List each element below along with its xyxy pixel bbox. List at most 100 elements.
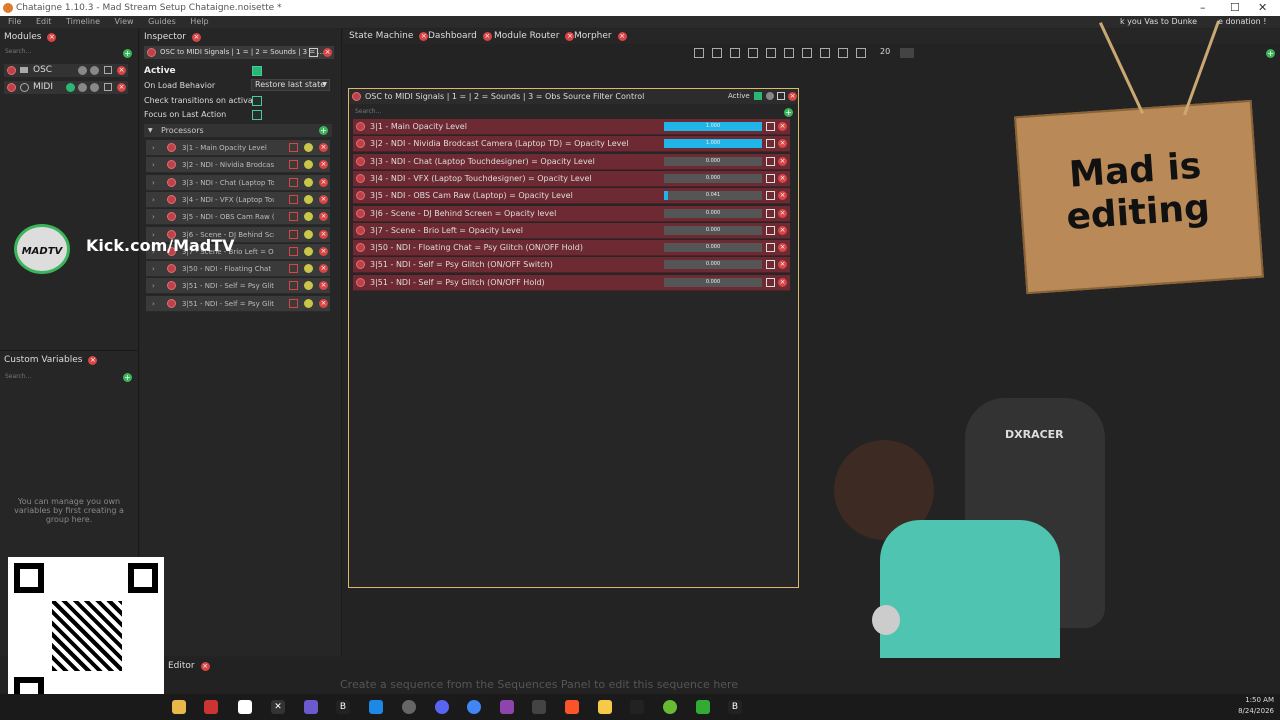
toggle-checkbox[interactable] — [104, 66, 112, 74]
x-icon[interactable]: ✕ — [271, 700, 285, 714]
add-state-button[interactable]: + — [1266, 49, 1275, 58]
action-row[interactable]: 3|2 - NDI - Nividia Brodcast Camera (Lap… — [353, 136, 790, 153]
remove-icon[interactable]: × — [778, 173, 787, 183]
toggle-checkbox[interactable] — [766, 156, 775, 166]
chevron-right-icon[interactable]: › — [152, 278, 155, 294]
add-icon[interactable] — [304, 177, 313, 187]
power-icon[interactable] — [167, 212, 176, 222]
zoom-value[interactable]: 20 — [880, 47, 890, 56]
add-icon[interactable] — [304, 160, 313, 170]
menu-guides[interactable]: Guides — [148, 17, 176, 26]
obs-icon[interactable] — [402, 700, 416, 714]
b-icon[interactable]: B — [336, 700, 350, 714]
toggle-checkbox[interactable] — [289, 298, 298, 308]
value-slider[interactable]: 0.000 — [664, 208, 762, 218]
value-slider[interactable]: 1.000 — [664, 122, 762, 131]
file-explorer-icon[interactable] — [172, 700, 186, 714]
check-transitions-checkbox[interactable] — [252, 96, 262, 106]
app-icon[interactable] — [500, 700, 514, 714]
toggle-checkbox[interactable] — [766, 208, 775, 218]
b-icon[interactable]: B — [728, 700, 742, 714]
app-icon[interactable] — [369, 700, 383, 714]
remove-icon[interactable]: × — [778, 260, 787, 270]
toggle-checkbox[interactable] — [766, 191, 775, 201]
chevron-right-icon[interactable]: › — [152, 261, 155, 277]
chevron-right-icon[interactable]: › — [152, 157, 155, 173]
remove-icon[interactable]: × — [319, 281, 328, 291]
value-slider[interactable]: 0.000 — [664, 260, 762, 270]
tab-inspector[interactable]: Inspector × — [140, 30, 205, 44]
remove-icon[interactable]: × — [788, 92, 797, 101]
remove-icon[interactable]: × — [319, 194, 328, 204]
toggle-checkbox[interactable] — [766, 173, 775, 183]
add-action-button[interactable]: + — [784, 108, 793, 117]
action-row[interactable]: 3|51 - NDI - Self = Psy Glitch (ON/OFF S… — [353, 257, 790, 274]
remove-icon[interactable]: × — [319, 229, 328, 239]
action-row[interactable]: 3|5 - NDI - OBS Cam Raw (Laptop) = Opaci… — [353, 188, 790, 205]
power-icon[interactable] — [167, 298, 176, 308]
remove-icon[interactable]: × — [778, 122, 787, 131]
remove-icon[interactable]: × — [778, 243, 787, 253]
remove-icon[interactable]: × — [778, 191, 787, 201]
remove-icon[interactable]: × — [778, 225, 787, 235]
tab-state-machine[interactable]: State Machine × — [345, 29, 432, 43]
close-icon[interactable]: × — [88, 355, 98, 365]
power-icon[interactable] — [167, 281, 176, 291]
app-icon[interactable] — [532, 700, 546, 714]
processor-row[interactable]: › 3|51 - NDI - Self = Psy Glitc... × — [146, 278, 330, 295]
remove-icon[interactable]: × — [778, 208, 787, 218]
module-item-osc[interactable]: OSC × — [4, 64, 128, 77]
toggle-checkbox[interactable] — [766, 139, 775, 149]
chevron-right-icon[interactable]: › — [152, 192, 155, 208]
app-icon[interactable] — [696, 700, 710, 714]
module-item-midi[interactable]: MIDI × — [4, 81, 128, 94]
processors-header[interactable]: ▼ Processors + — [144, 124, 332, 137]
close-icon[interactable]: × — [617, 31, 627, 41]
power-icon[interactable] — [356, 191, 365, 201]
align-top-icon[interactable] — [748, 48, 758, 58]
state-search-input[interactable]: Search... — [355, 108, 381, 115]
toggle-checkbox[interactable] — [289, 177, 298, 187]
power-icon[interactable] — [356, 173, 365, 183]
toggle-checkbox[interactable] — [289, 160, 298, 170]
remove-icon[interactable]: × — [319, 143, 328, 152]
chevron-right-icon[interactable]: › — [152, 296, 155, 312]
distribute-v-icon[interactable] — [820, 48, 830, 58]
remove-icon[interactable]: × — [319, 246, 328, 256]
close-icon[interactable]: × — [200, 661, 210, 671]
toggle-checkbox[interactable] — [766, 260, 775, 270]
action-row[interactable]: 3|1 - Main Opacity Level 1.000 × — [353, 119, 790, 135]
power-icon[interactable] — [167, 177, 176, 187]
toggle-checkbox[interactable] — [777, 92, 785, 100]
power-icon[interactable] — [356, 260, 365, 270]
active-checkbox[interactable] — [252, 66, 262, 76]
action-row[interactable]: 3|50 - NDI - Floating Chat = Psy Glitch … — [353, 240, 790, 257]
app-icon[interactable] — [238, 700, 252, 714]
power-icon[interactable] — [167, 160, 176, 170]
tab-module-router[interactable]: Module Router × — [490, 29, 578, 43]
clock-time[interactable]: 1:50 AM — [1228, 696, 1274, 704]
align-bottom-icon[interactable] — [784, 48, 794, 58]
menu-edit[interactable]: Edit — [36, 17, 52, 26]
toggle-checkbox[interactable] — [289, 194, 298, 204]
terminal-icon[interactable] — [630, 700, 644, 714]
remove-icon[interactable]: × — [778, 139, 787, 149]
modules-search-input[interactable]: Search... — [5, 48, 31, 55]
tab-editor[interactable]: Editor × — [164, 659, 214, 673]
action-row[interactable]: 3|51 - NDI - Self = Psy Glitch (ON/OFF H… — [353, 274, 790, 291]
add-icon[interactable] — [304, 281, 313, 291]
action-row[interactable]: 3|6 - Scene - DJ Behind Screen = Opacity… — [353, 205, 790, 222]
toggle-checkbox[interactable] — [289, 143, 298, 152]
processor-row[interactable]: › 3|1 - Main Opacity Level × — [146, 140, 330, 156]
processor-row[interactable]: › 3|4 - NDI - VFX (Laptop Tou... × — [146, 191, 330, 208]
processor-row[interactable]: › 3|51 - NDI - Self = Psy Glitc... × — [146, 295, 330, 312]
close-icon[interactable]: × — [47, 32, 57, 42]
power-icon[interactable] — [356, 225, 365, 235]
power-icon[interactable] — [7, 83, 16, 92]
power-icon[interactable] — [7, 66, 16, 75]
clock-date[interactable]: 8/24/2026 — [1228, 707, 1274, 715]
add-variable-group-button[interactable]: + — [123, 373, 132, 382]
add-processor-button[interactable]: + — [319, 126, 328, 135]
remove-icon[interactable]: × — [319, 264, 328, 274]
processor-row[interactable]: › 3|3 - NDI - Chat (Laptop Tou... × — [146, 174, 330, 191]
